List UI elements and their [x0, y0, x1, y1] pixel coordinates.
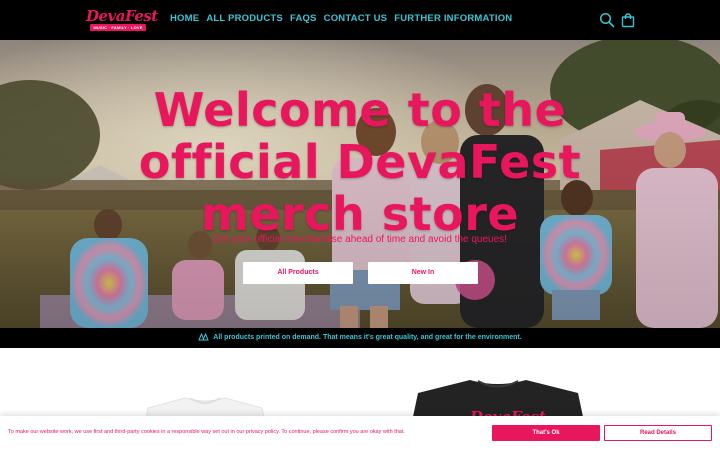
- logo-tagline: MUSIC · FAMILY · LOVE: [90, 24, 146, 31]
- main-nav: HOME ALL PRODUCTS FAQS CONTACT US FURTHE…: [170, 13, 512, 24]
- hero-banner: Welcome to the official DevaFest merch s…: [0, 40, 720, 328]
- shopping-bag-icon[interactable]: [620, 12, 636, 28]
- nav-all-products[interactable]: ALL PRODUCTS: [206, 13, 283, 24]
- page: DevaFest MUSIC · FAMILY · LOVE HOME ALL …: [0, 0, 720, 450]
- new-in-button[interactable]: New In: [368, 262, 478, 284]
- site-logo[interactable]: DevaFest MUSIC · FAMILY · LOVE: [86, 7, 158, 33]
- hero-subtitle: Get your official merchandise ahead of t…: [213, 234, 507, 245]
- cookie-text: To make our website work, we use first a…: [8, 429, 405, 435]
- nav-contact-us[interactable]: CONTACT US: [324, 13, 388, 24]
- recycle-icon: [198, 332, 210, 341]
- nav-further-information[interactable]: FURTHER INFORMATION: [394, 13, 512, 24]
- nav-faqs[interactable]: FAQS: [290, 13, 317, 24]
- accept-cookies-button[interactable]: That's Ok: [492, 425, 600, 441]
- info-bar-text: All products printed on demand. That mea…: [213, 334, 522, 341]
- logo-text: DevaFest: [86, 7, 158, 25]
- cookie-banner: To make our website work, we use first a…: [0, 416, 720, 450]
- read-details-button[interactable]: Read Details: [604, 425, 712, 441]
- nav-home[interactable]: HOME: [170, 13, 199, 24]
- site-header: DevaFest MUSIC · FAMILY · LOVE HOME ALL …: [0, 0, 720, 40]
- search-icon[interactable]: [599, 12, 615, 28]
- info-bar: All products printed on demand. That mea…: [0, 328, 720, 348]
- all-products-button[interactable]: All Products: [243, 262, 353, 284]
- hero-title: Welcome to the official DevaFest merch s…: [138, 83, 582, 241]
